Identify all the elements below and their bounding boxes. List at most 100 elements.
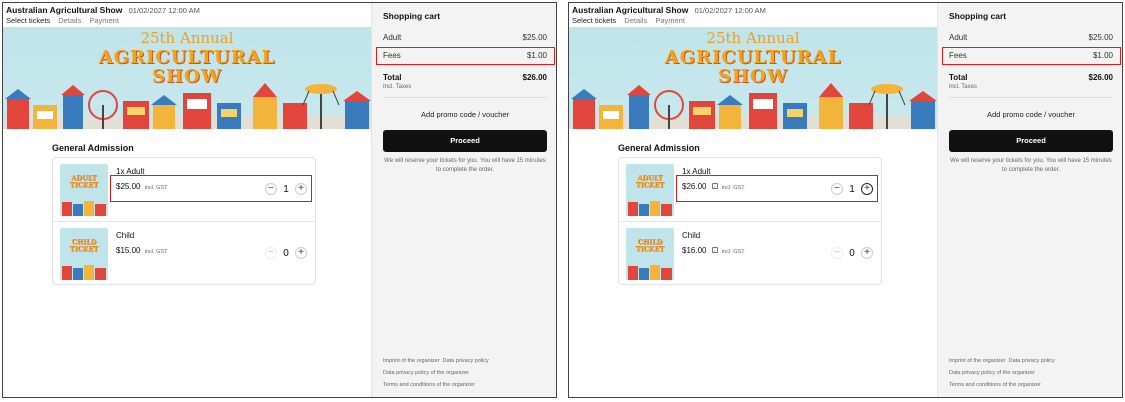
event-banner: 25th Annual AGRICULTURAL SHOW	[3, 27, 371, 129]
header: Australian Agricultural Show 01/02/2027 …	[6, 5, 200, 15]
footer-links: Imprint of the organizer Data privacy po…	[383, 355, 489, 391]
add-promo-code-link[interactable]: Add promo code / voucher	[383, 110, 547, 119]
quantity-value: 0	[849, 247, 855, 259]
cart-line-fees: Fees $1.00	[383, 51, 547, 60]
step-tabs: Select tickets Details Payment	[6, 16, 125, 25]
ticket-price: $26.00 i incl. GST	[682, 182, 745, 191]
plus-icon[interactable]: +	[861, 183, 873, 195]
tab-select-tickets[interactable]: Select tickets	[572, 16, 616, 25]
quantity-value: 0	[283, 247, 289, 259]
header: Australian Agricultural Show 01/02/2027 …	[572, 5, 766, 15]
ticket-row-adult: ADULT TICKET 1x Adult $25.00 incl. GST −	[53, 158, 315, 222]
ticket-price: $25.00 incl. GST	[116, 182, 167, 191]
cart-item-value: $25.00	[522, 33, 547, 42]
reservation-note: We will reserve your tickets for you. Yo…	[384, 158, 546, 173]
banner-subtitle: 25th Annual	[140, 29, 234, 47]
organizer-privacy-link[interactable]: Data privacy policy of the organizer	[383, 370, 469, 376]
cart-line-adult: Adult $25.00	[383, 33, 547, 42]
event-banner: 25th Annual AGRICULTURAL SHOW	[569, 27, 937, 129]
info-icon[interactable]: i	[711, 247, 718, 253]
quantity-value: 1	[849, 183, 855, 195]
cart-title: Shopping cart	[383, 11, 441, 21]
section-title: General Admission	[52, 143, 134, 153]
ticket-image-label: TICKET	[69, 245, 99, 253]
privacy-link[interactable]: Data privacy policy	[1009, 358, 1055, 364]
ticket-image-label: TICKET	[635, 245, 665, 253]
app-title: Australian Agricultural Show	[572, 5, 689, 15]
total-label: Total	[383, 73, 402, 82]
total-label: Total	[949, 73, 968, 82]
quantity-stepper: − 1 +	[265, 182, 307, 196]
event-datetime: 01/02/2027 12:00 AM	[694, 6, 766, 15]
imprint-link[interactable]: Imprint of the organizer	[949, 358, 1006, 364]
tab-details[interactable]: Details	[58, 16, 81, 25]
cart-item-label: Adult	[383, 33, 402, 42]
cart-total: Total $26.00	[383, 73, 547, 82]
terms-link[interactable]: Terms and conditions of the organizer	[383, 382, 475, 388]
ticket-row-adult: ADULT TICKET 1x Adult $26.00 i incl. GST…	[619, 158, 881, 222]
fees-value: $1.00	[1092, 51, 1113, 60]
cart-title: Shopping cart	[949, 11, 1007, 21]
ticket-name: Child	[116, 231, 135, 240]
price-value: $26.00	[682, 182, 707, 191]
incl-taxes-label: Incl. Taxes	[383, 84, 412, 90]
incl-taxes-label: incl. Taxes	[949, 84, 977, 90]
cart-line-fees: Fees $1.00	[949, 51, 1113, 60]
section-title: General Admission	[618, 143, 700, 153]
quantity-stepper: − 0 +	[831, 246, 873, 260]
tab-payment[interactable]: Payment	[89, 16, 119, 25]
incl-gst-label: incl. GST	[721, 185, 745, 191]
child-ticket-image: CHILD TICKET	[626, 228, 674, 280]
adult-ticket-image: ADULT TICKET	[626, 164, 674, 216]
main-content: Australian Agricultural Show 01/02/2027 …	[569, 3, 937, 397]
price-value: $15.00	[116, 246, 141, 255]
price-value: $16.00	[682, 246, 707, 255]
minus-icon[interactable]: −	[265, 247, 277, 259]
fees-value: $1.00	[526, 51, 547, 60]
plus-icon[interactable]: +	[295, 247, 307, 259]
screenshot-panel-after: Australian Agricultural Show 01/02/2027 …	[568, 2, 1123, 398]
quantity-stepper: − 1 +	[831, 182, 873, 196]
minus-icon[interactable]: −	[831, 247, 843, 259]
organizer-privacy-link[interactable]: Data privacy policy of the organizer	[949, 370, 1035, 376]
plus-icon[interactable]: +	[861, 247, 873, 259]
ticket-list: ADULT TICKET 1x Adult $26.00 i incl. GST…	[618, 157, 882, 285]
minus-icon[interactable]: −	[831, 183, 843, 195]
ticket-row-child: CHILD TICKET Child $16.00 i incl. GST −	[619, 222, 881, 286]
imprint-link[interactable]: Imprint of the organizer	[383, 358, 440, 364]
reservation-note: We will reserve your tickets for you. Yo…	[950, 158, 1112, 173]
tab-details[interactable]: Details	[624, 16, 647, 25]
fairground-illustration	[3, 83, 371, 129]
ticket-image-label: TICKET	[635, 181, 665, 189]
tab-select-tickets[interactable]: Select tickets	[6, 16, 50, 25]
add-promo-code-link[interactable]: Add promo code / voucher	[949, 110, 1113, 119]
proceed-button[interactable]: Proceed	[383, 130, 547, 152]
main-content: Australian Agricultural Show 01/02/2027 …	[3, 3, 371, 397]
privacy-link[interactable]: Data privacy policy	[443, 358, 489, 364]
price-value: $25.00	[116, 182, 141, 191]
ticket-price: $15.00 incl. GST	[116, 246, 167, 255]
shopping-cart-panel: Shopping cart Adult $25.00 Fees $1.00 To…	[371, 3, 556, 397]
minus-icon[interactable]: −	[265, 183, 277, 195]
banner-subtitle: 25th Annual	[706, 29, 800, 47]
cart-total: Total $26.00	[949, 73, 1113, 82]
fairground-illustration	[569, 83, 937, 129]
tab-payment[interactable]: Payment	[655, 16, 685, 25]
ticket-image-label: TICKET	[69, 181, 99, 189]
banner-title-line1: AGRICULTURAL	[98, 47, 276, 68]
cart-item-value: $25.00	[1088, 33, 1113, 42]
ticket-name: Child	[682, 231, 701, 240]
plus-icon[interactable]: +	[295, 183, 307, 195]
screenshot-panel-before: Australian Agricultural Show 01/02/2027 …	[2, 2, 557, 398]
quantity-stepper: − 0 +	[265, 246, 307, 260]
ticket-price: $16.00 i incl. GST	[682, 246, 745, 255]
banner-title-line1: AGRICULTURAL	[664, 47, 842, 68]
cart-item-label: Adult	[949, 33, 968, 42]
proceed-button[interactable]: Proceed	[949, 130, 1113, 152]
quantity-value: 1	[283, 183, 289, 195]
incl-gst-label: incl. GST	[144, 185, 168, 191]
incl-gst-label: incl. GST	[721, 249, 745, 255]
terms-link[interactable]: Terms and conditions of the organizer	[949, 382, 1041, 388]
adult-ticket-image: ADULT TICKET	[60, 164, 108, 216]
info-icon[interactable]: i	[711, 183, 718, 189]
